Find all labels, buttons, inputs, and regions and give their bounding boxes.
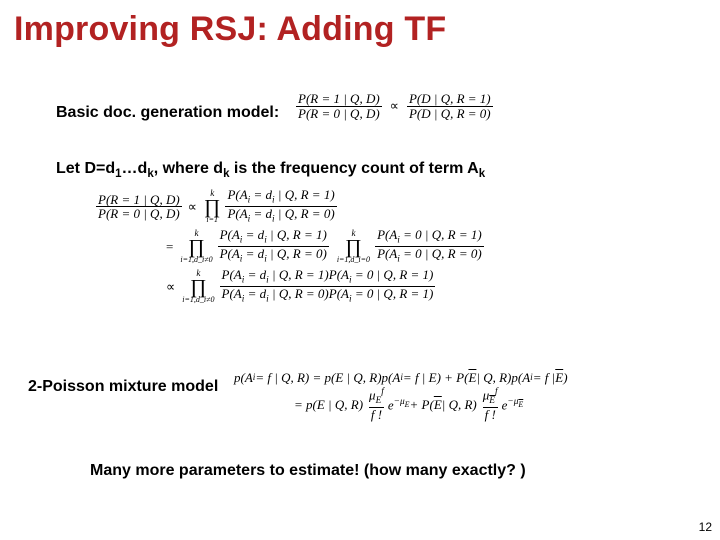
m2-r3-den: P(Ai = di | Q, R = 0)P(Ai = 0 | Q, R = 1… (220, 286, 436, 305)
mixture-label: 2-Poisson mixture model (28, 378, 218, 396)
m3-eq: = p(E | Q, R) (294, 397, 363, 413)
m3-e1: e−μE (388, 397, 410, 413)
m1-num2: P(D | Q, R = 1) (407, 92, 493, 106)
m1-den2: P(D | Q, R = 0) (407, 106, 493, 121)
m2-r2a-den: P(Ai = di | Q, R = 0) (218, 246, 329, 265)
let-d-mid1: …d (122, 160, 148, 177)
m3-plus: + P( (410, 397, 434, 413)
m3-e2: e−μE (502, 397, 524, 413)
m2-row2: = k ∏ i=1,d_i≠0 P(Ai = di | Q, R = 1) P(… (162, 228, 486, 266)
product-symbol-4: ∏ (190, 278, 206, 296)
m2-prod3-bot: i=1,d_i≠0 (182, 296, 214, 304)
m2-row3: ∝ k ∏ i=1,d_i≠0 P(Ai = di | Q, R = 1)P(A… (162, 268, 486, 306)
m3-f1-num: μEf (367, 388, 386, 407)
m2-prod2b: k ∏ i=1,d_i=0 (337, 229, 370, 264)
m2-r2a-num: P(Ai = di | Q, R = 1) (218, 228, 329, 246)
m2-r1-den: P(Ai = di | Q, R = 0) (225, 206, 336, 225)
m3-row1: p(Ai = f | Q, R) = p(E | Q, R)p(Ai = f |… (234, 370, 568, 386)
m3-ebar2: E (434, 397, 442, 413)
math-basic-model: P(R = 1 | Q, D) P(R = 0 | Q, D) ∝ P(D | … (294, 92, 495, 120)
m2-eq: = (166, 239, 173, 255)
m3-f2-num: μEf (481, 388, 500, 407)
m2-lhs-den: P(R = 0 | Q, D) (96, 206, 182, 221)
page-number: 12 (699, 520, 712, 534)
let-d-label: Let D=d1…dk, where dk is the frequency c… (56, 160, 485, 180)
math-derivation: P(R = 1 | Q, D) P(R = 0 | Q, D) ∝ k ∏ i=… (94, 186, 486, 307)
m2-prod2a-bot: i=1,d_i≠0 (180, 256, 212, 264)
m2-lhs-num: P(R = 1 | Q, D) (96, 193, 182, 207)
m2-r2b-den: P(Ai = 0 | Q, R = 0) (375, 246, 484, 265)
m2-prop3: ∝ (166, 279, 175, 295)
product-symbol-2: ∏ (188, 238, 204, 256)
m1-den1: P(R = 0 | Q, D) (296, 106, 382, 121)
slide: Improving RSJ: Adding TF Basic doc. gene… (0, 0, 720, 540)
let-d-mid3: is the frequency count of term A (229, 160, 478, 177)
m2-prod2b-bot: i=1,d_i=0 (337, 256, 370, 264)
m2-prod1: k ∏ i=1 (204, 189, 220, 224)
m3-after: | Q, R) (442, 397, 477, 413)
m3-f1-den: f ! (369, 407, 384, 422)
m2-prod2a: k ∏ i=1,d_i≠0 (180, 229, 212, 264)
m3-f2-den: f ! (483, 407, 498, 422)
let-d-mid2: , where d (154, 160, 223, 177)
let-d-subk3: k (479, 168, 485, 180)
product-symbol-3: ∏ (345, 238, 361, 256)
basic-model-label: Basic doc. generation model: (56, 104, 279, 122)
slide-title: Improving RSJ: Adding TF (14, 10, 446, 49)
m2-row1: P(R = 1 | Q, D) P(R = 0 | Q, D) ∝ k ∏ i=… (94, 188, 486, 226)
m2-r2b-num: P(Ai = 0 | Q, R = 1) (375, 228, 484, 246)
m3-row2: = p(E | Q, R) μEf f ! e−μE + P(E | Q, R)… (294, 388, 568, 421)
m2-r1-num: P(Ai = di | Q, R = 1) (225, 188, 336, 206)
m2-r3-num: P(Ai = di | Q, R = 1)P(Ai = 0 | Q, R = 1… (220, 268, 436, 286)
m1-num1: P(R = 1 | Q, D) (296, 92, 382, 106)
prop-symbol: ∝ (390, 98, 399, 114)
math-poisson: p(Ai = f | Q, R) = p(E | Q, R)p(Ai = f |… (234, 368, 568, 423)
m2-prod1-bot: i=1 (206, 216, 218, 224)
m2-prod3: k ∏ i=1,d_i≠0 (182, 269, 214, 304)
let-d-part1: Let D=d (56, 160, 115, 177)
product-symbol-1: ∏ (204, 198, 220, 216)
conclusion-label: Many more parameters to estimate! (how m… (90, 462, 526, 480)
m2-prop1: ∝ (188, 199, 197, 215)
